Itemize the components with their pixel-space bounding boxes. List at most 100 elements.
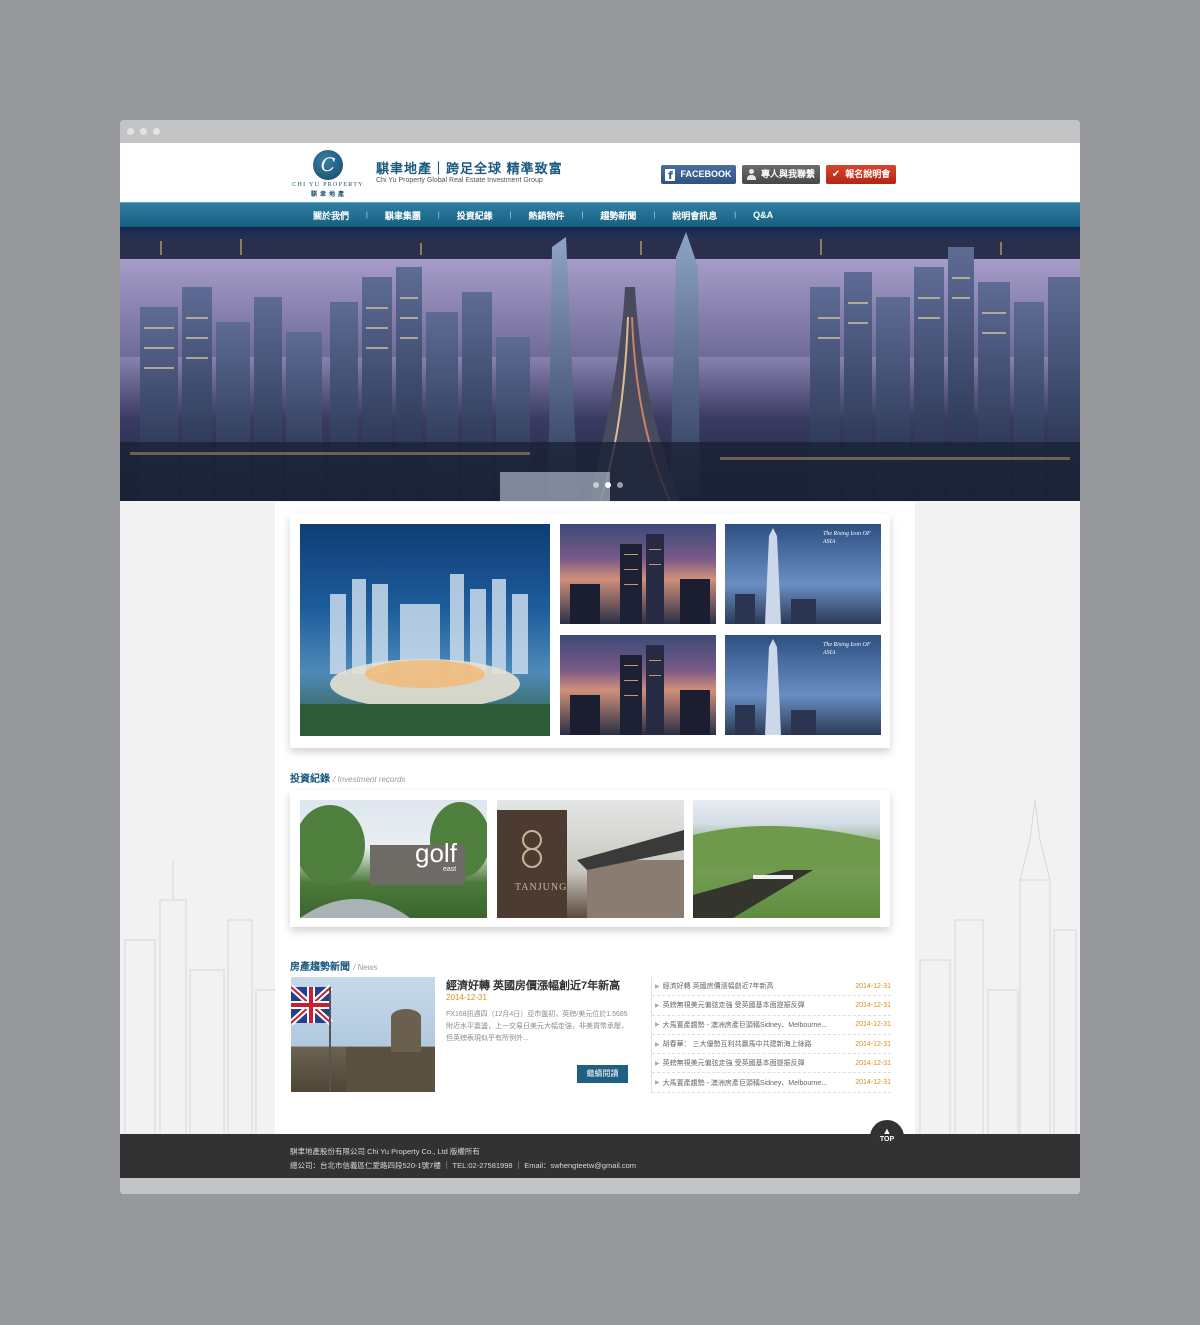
left-skyline-decoration bbox=[124, 860, 277, 1140]
facebook-icon: f bbox=[665, 168, 676, 182]
main-content: The Rising Icon OF ASIA The Rising Icon … bbox=[275, 502, 915, 1134]
tanjung-text: TANJUNG bbox=[515, 882, 568, 893]
news-list-title: 英鎊無視美元偏弦走強 受英國基本面提振反彈 bbox=[662, 1002, 805, 1010]
development-render-image bbox=[300, 574, 550, 736]
east-text: east bbox=[443, 866, 457, 873]
union-jack-building-image bbox=[291, 984, 435, 1092]
news-list-title: 胡春華： 三大優勢互利共贏馬中共建新海上絲路 bbox=[662, 1041, 812, 1049]
gallery-photo-4[interactable] bbox=[560, 635, 716, 735]
footer-copyright: 騏聿地產股份有限公司 Chi Yu Property Co., Ltd 版權所有 bbox=[290, 1147, 480, 1156]
news-list-item[interactable]: ▶ 大馬置產趨勢 - 澳洲房產巨頭稱Sidney、Melbourne... 2014… bbox=[652, 1016, 891, 1035]
bullet-triangle-icon: ▶ bbox=[655, 983, 660, 990]
banner-dot-1[interactable] bbox=[593, 482, 599, 488]
investment-photo-canal[interactable] bbox=[693, 800, 880, 918]
investment-records-card: golf east TANJUNG bbox=[290, 790, 890, 927]
golf-east-sign-image bbox=[300, 802, 487, 918]
person-icon bbox=[746, 169, 756, 180]
logo-chinese-text: 騏聿地產 bbox=[310, 192, 347, 198]
back-to-top-button[interactable]: ▲ TOP bbox=[870, 1120, 904, 1154]
contact-label: 專人與我聯繫 bbox=[760, 169, 815, 179]
read-more-button[interactable]: 繼續閱讀 bbox=[577, 1065, 628, 1083]
news-featured-headline[interactable]: 經濟好轉 英國房價漲幅創近7年新高 bbox=[446, 977, 620, 993]
tower-dusk-image bbox=[570, 534, 710, 624]
up-arrow-icon: ▲ bbox=[882, 1126, 892, 1136]
news-featured-photo[interactable] bbox=[291, 977, 435, 1092]
window-titlebar bbox=[120, 120, 1080, 143]
news-list-item[interactable]: ▶ 經濟好轉 英國房價漲幅創近7年新高 2014-12-31 bbox=[652, 977, 891, 997]
bullet-triangle-icon: ▶ bbox=[655, 1041, 660, 1048]
window-bottom-bar bbox=[120, 1178, 1080, 1194]
logo-english-text: CHI YU PROPERTY bbox=[292, 182, 364, 188]
bullet-triangle-icon: ▶ bbox=[655, 1080, 660, 1087]
banner-dot-3[interactable] bbox=[617, 482, 623, 488]
news-list-date: 2014-12-31 bbox=[855, 1040, 891, 1048]
signup-label: 報名說明會 bbox=[845, 169, 891, 179]
news-list-item[interactable]: ▶ 大馬置產趨勢 - 澳洲房產巨頭稱Sidney、Melbourne... 2014… bbox=[652, 1073, 891, 1093]
nav-item-seminar[interactable]: 說明會訊息 bbox=[655, 209, 734, 222]
browser-window: C CHI YU PROPERTY 騏聿地產 騏聿地產｜跨足全球 精準致富 Ch… bbox=[120, 120, 1080, 1194]
site-slogan: 騏聿地產｜跨足全球 精準致富 bbox=[376, 161, 563, 176]
gallery-photo-main[interactable] bbox=[300, 524, 550, 736]
nav-item-qa[interactable]: Q&A bbox=[736, 210, 790, 220]
main-nav: 關於我們 | 騏聿集團 | 投資紀錄 | 熱銷物件 | 趨勢新聞 | 說明會訊息… bbox=[120, 202, 1080, 227]
site-footer: 騏聿地產股份有限公司 Chi Yu Property Co., Ltd 版權所有… bbox=[120, 1134, 1080, 1178]
gallery-photo-2[interactable] bbox=[560, 524, 716, 624]
logo-mark[interactable]: C bbox=[313, 150, 343, 180]
nav-item-about[interactable]: 關於我們 bbox=[296, 209, 366, 222]
window-close-dot[interactable] bbox=[127, 128, 134, 135]
news-list-title: 經濟好轉 英國房價漲幅創近7年新高 bbox=[662, 983, 774, 991]
news-section-title: 房產趨勢新聞 / News bbox=[290, 958, 377, 973]
news-featured-date: 2014-12-31 bbox=[446, 993, 487, 1002]
news-list-date: 2014-12-31 bbox=[855, 1059, 891, 1067]
banner-cityscape-image bbox=[120, 232, 1080, 501]
news-list-date: 2014-12-31 bbox=[855, 1001, 891, 1009]
top-label: TOP bbox=[879, 1136, 895, 1143]
gallery-caption: The Rising Icon OF ASIA bbox=[823, 642, 871, 656]
signup-button[interactable]: ✔ 報名說明會 bbox=[826, 165, 896, 184]
news-list-date: 2014-12-31 bbox=[855, 1021, 891, 1029]
tower-dusk-image bbox=[570, 645, 710, 735]
investment-section-title: 投資紀錄 / Investment records bbox=[290, 770, 405, 785]
nav-item-hot-listings[interactable]: 熱銷物件 bbox=[512, 209, 582, 222]
nav-item-group[interactable]: 騏聿集團 bbox=[368, 209, 438, 222]
window-minimize-dot[interactable] bbox=[140, 128, 147, 135]
site-slogan-english: Chi Yu Property Global Real Estate Inves… bbox=[376, 177, 543, 184]
banner-pagination bbox=[593, 482, 623, 488]
footer-address: 總公司：台北市信義區仁愛路四段520-1號7樓 ｜ TEL:02-2758199… bbox=[290, 1161, 637, 1170]
bullet-triangle-icon: ▶ bbox=[655, 1022, 660, 1029]
gallery-photo-3[interactable]: The Rising Icon OF ASIA bbox=[725, 524, 881, 624]
featured-gallery: The Rising Icon OF ASIA The Rising Icon … bbox=[290, 514, 890, 748]
news-list-item[interactable]: ▶ 英鎊無視美元偏弦走強 受英國基本面提振反彈 2014-12-31 bbox=[652, 996, 891, 1016]
golf-text: golf bbox=[415, 838, 457, 868]
hero-banner[interactable] bbox=[120, 227, 1080, 501]
news-list-item[interactable]: ▶ 英鎊無視美元偏弦走強 受英國基本面提振反彈 2014-12-31 bbox=[652, 1054, 891, 1074]
investment-photo-tanjung[interactable]: TANJUNG bbox=[497, 800, 684, 918]
investment-title: 投資紀錄 bbox=[290, 774, 330, 785]
tanjung-sign-image bbox=[497, 810, 684, 918]
news-list: ▶ 經濟好轉 英國房價漲幅創近7年新高 2014-12-31 ▶ 英鎊無視美元偏弦走強… bbox=[651, 977, 891, 1093]
news-subtitle: / News bbox=[353, 963, 378, 972]
news-list-title: 大馬置產趨勢 - 澳洲房產巨頭稱Sidney、Melbourne... bbox=[662, 1079, 828, 1087]
canal-lock-image bbox=[693, 825, 880, 918]
window-maximize-dot[interactable] bbox=[153, 128, 160, 135]
news-featured-excerpt: FX168訊週四（12月4日）亞市盤初，英鎊/美元位於1.5685附近水平震盪，… bbox=[446, 1011, 628, 1042]
facebook-label: FACEBOOK bbox=[680, 169, 732, 179]
investment-photo-golf-east[interactable]: golf east bbox=[300, 800, 487, 918]
nav-item-investment[interactable]: 投資紀錄 bbox=[440, 209, 510, 222]
site-header: C CHI YU PROPERTY 騏聿地產 騏聿地產｜跨足全球 精準致富 Ch… bbox=[120, 143, 1080, 202]
gallery-caption: The Rising Icon OF ASIA bbox=[823, 531, 871, 545]
news-list-date: 2014-12-31 bbox=[855, 982, 891, 990]
bullet-triangle-icon: ▶ bbox=[655, 1002, 660, 1009]
banner-dot-2-active[interactable] bbox=[605, 482, 611, 488]
investment-subtitle: / Investment records bbox=[333, 775, 406, 784]
news-list-title: 英鎊無視美元偏弦走強 受英國基本面提振反彈 bbox=[662, 1060, 805, 1068]
gallery-photo-5[interactable]: The Rising Icon OF ASIA bbox=[725, 635, 881, 735]
checkmark-icon: ✔ bbox=[831, 169, 841, 180]
news-list-item[interactable]: ▶ 胡春華： 三大優勢互利共贏馬中共建新海上絲路 2014-12-31 bbox=[652, 1035, 891, 1055]
contact-button[interactable]: 專人與我聯繫 bbox=[742, 165, 820, 184]
bullet-triangle-icon: ▶ bbox=[655, 1060, 660, 1067]
news-title: 房產趨勢新聞 bbox=[290, 962, 350, 973]
facebook-button[interactable]: f FACEBOOK bbox=[661, 165, 736, 184]
nav-item-news[interactable]: 趨勢新聞 bbox=[583, 209, 653, 222]
news-list-title: 大馬置產趨勢 - 澳洲房產巨頭稱Sidney、Melbourne... bbox=[662, 1021, 828, 1029]
